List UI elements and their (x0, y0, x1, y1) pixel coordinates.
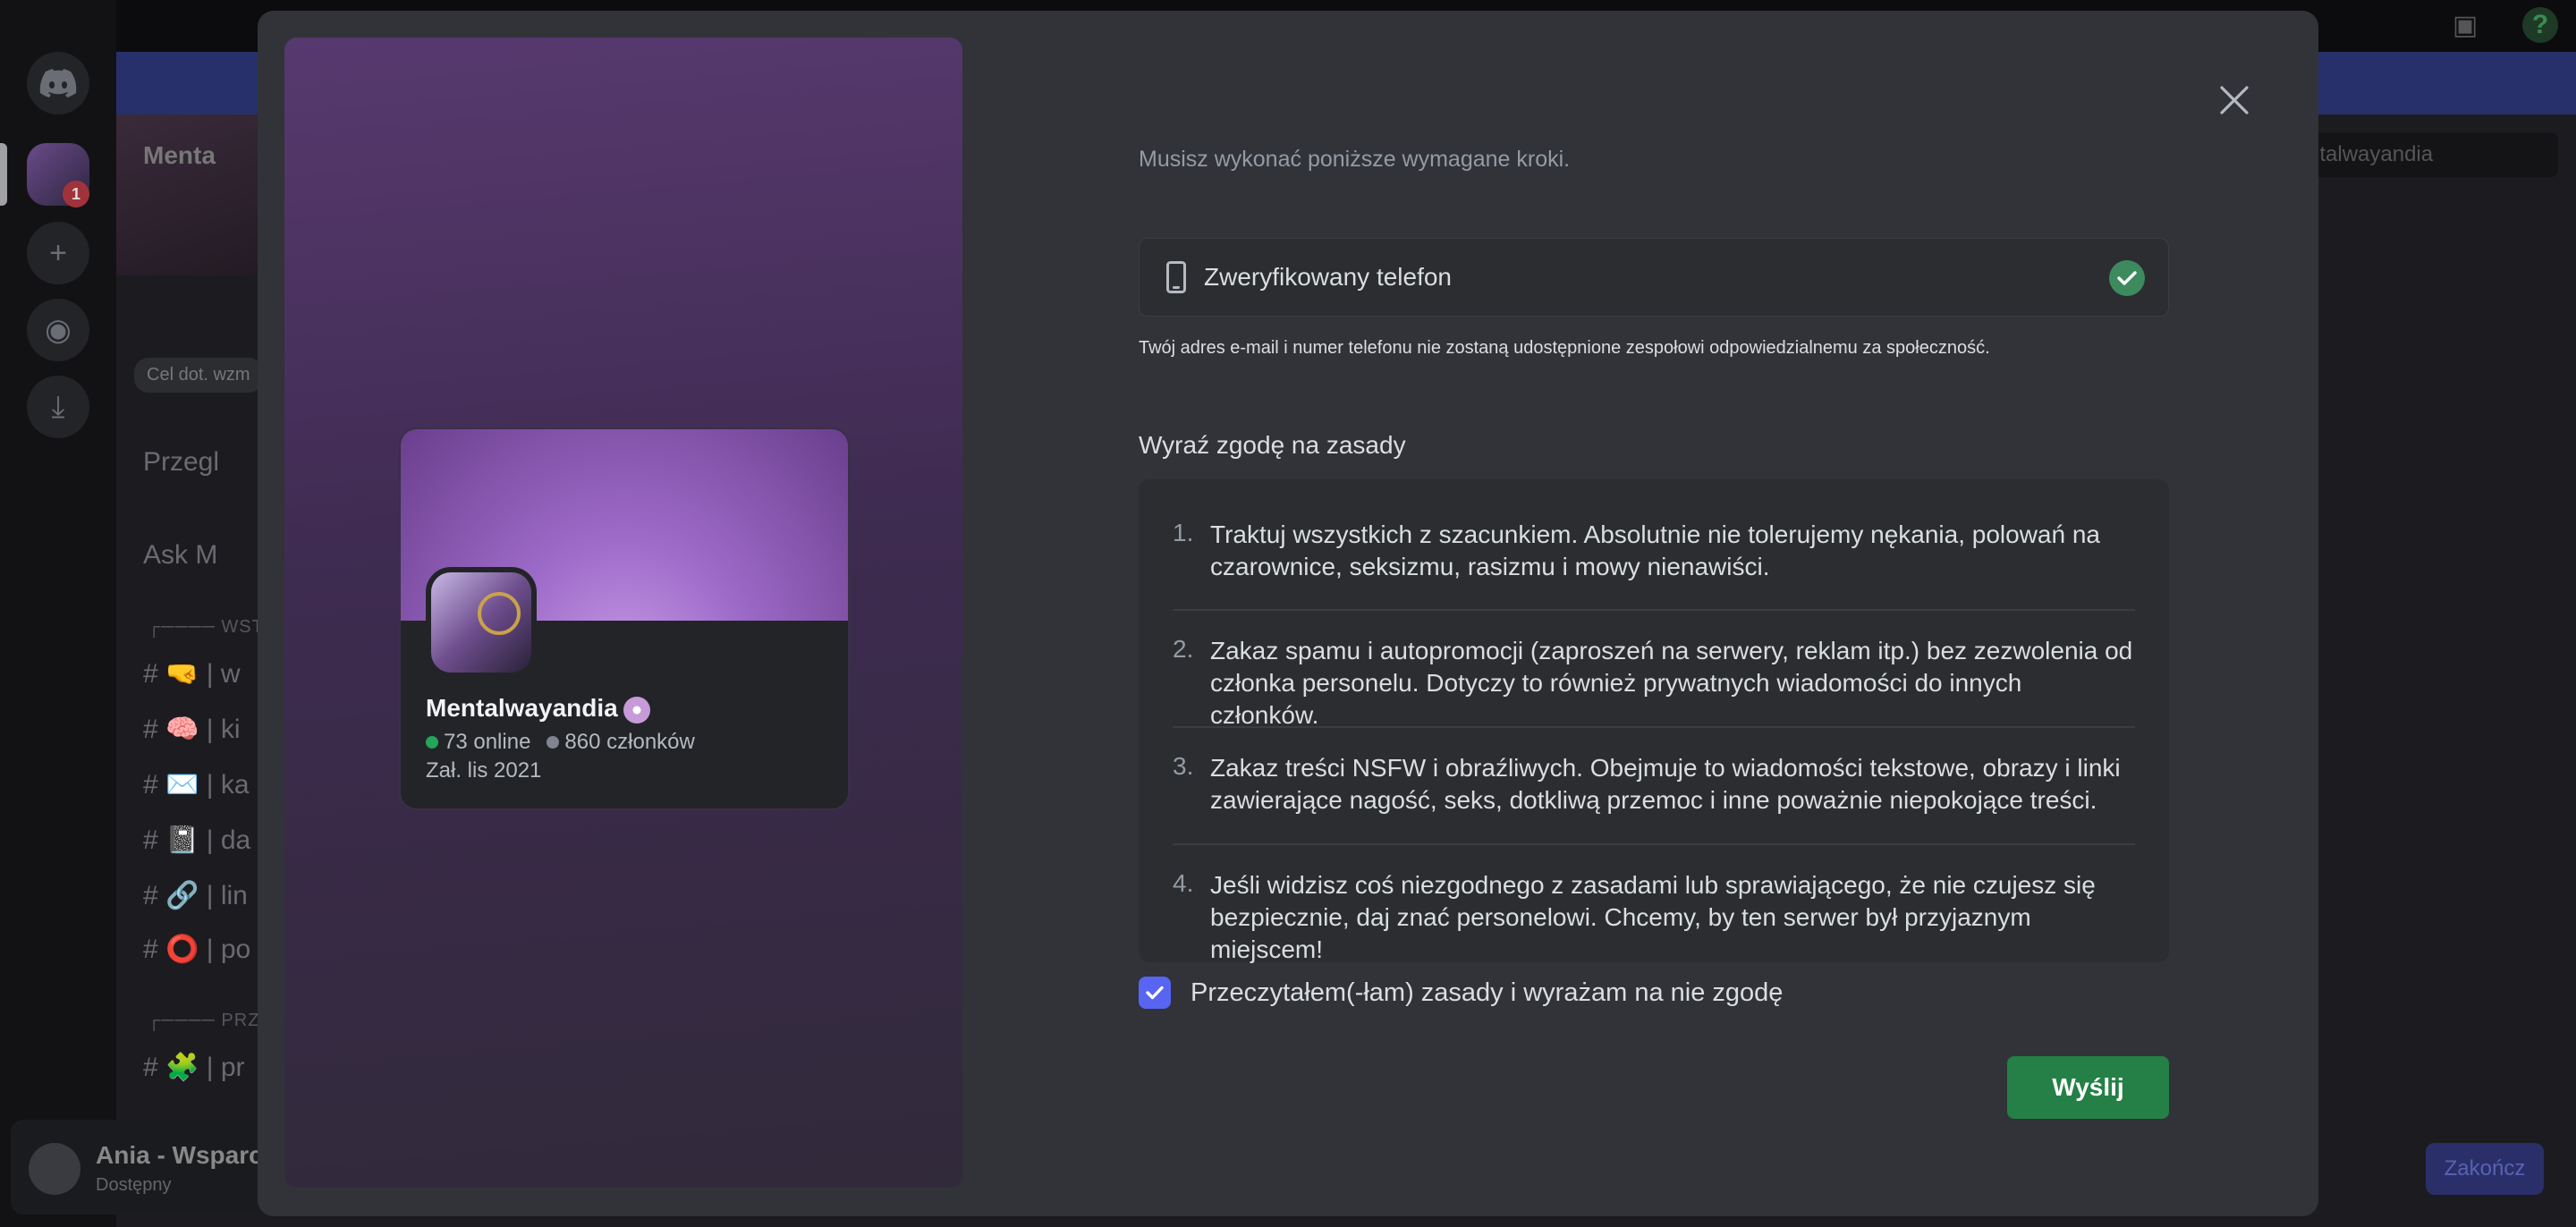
download-icon[interactable]: ⤓ (27, 376, 89, 438)
modal-content: ▂▂ ▂▂▂▂▂ ▂▂▂▂▂ Musisz wykonać poniższe w… (1139, 11, 2169, 1216)
privacy-note: Twój adres e-mail i numer telefonu nie z… (1139, 338, 1990, 358)
rule-number: 1. (1173, 519, 1194, 546)
server-name-text: Mentalwayandia (426, 694, 618, 722)
server-name: Mentalwayandia (426, 694, 650, 724)
server-goal-pill[interactable]: Cel dot. wzm (134, 358, 263, 393)
server-header-title[interactable]: Menta (143, 141, 216, 170)
agree-label: Przeczytałem(-łam) zasady i wyrażam na n… (1191, 977, 1784, 1007)
help-icon[interactable]: ? (2522, 7, 2558, 43)
rule-text: Jeśli widzisz coś niezgodnego z zasadami… (1210, 871, 2096, 963)
members-dot-icon (547, 736, 560, 749)
channel-browse[interactable]: Przegl (143, 447, 219, 478)
server-founded: Zał. lis 2021 (426, 758, 542, 783)
rules-screening-modal: Mentalwayandia 73 online 860 członków Za… (258, 11, 2318, 1216)
rule-divider (1173, 609, 2135, 611)
rule-item: 1. Traktuj wszystkich z szacunkiem. Abso… (1173, 519, 2135, 583)
server-stats: 73 online 860 członków (426, 730, 695, 755)
close-icon (2220, 86, 2249, 114)
server-sidebar: 1 + ◉ ⤓ (0, 0, 116, 1227)
add-server-icon[interactable]: + (27, 222, 89, 284)
rule-divider (1173, 843, 2135, 845)
inbox-icon[interactable]: ▣ (2447, 7, 2483, 43)
channel-item[interactable]: # ✉️ | ka (143, 769, 250, 800)
modal-subtitle: Musisz wykonać poniższe wymagane kroki. (1139, 147, 1571, 172)
channel-item[interactable]: # 🔗 | lin (143, 880, 248, 911)
user-name: Ania - Wsparci (96, 1141, 270, 1169)
channel-item[interactable]: # 🧩 | pr (143, 1052, 245, 1083)
rule-number: 4. (1173, 869, 1194, 897)
phone-icon (1163, 259, 1190, 295)
rule-number: 2. (1173, 635, 1194, 663)
top-right-toolbar: ▣ ? (2447, 7, 2558, 43)
channel-item[interactable]: # 🧠 | ki (143, 714, 241, 745)
channel-ask[interactable]: Ask M (143, 540, 217, 571)
rule-item: 3. Zakaz treści NSFW i obraźliwych. Obej… (1173, 752, 2135, 817)
verified-phone-label: Zweryfikowany telefon (1204, 263, 1453, 291)
rule-text: Zakaz spamu i autopromocji (zaproszeń na… (1210, 637, 2133, 729)
rule-text: Zakaz treści NSFW i obraźliwych. Obejmuj… (1210, 754, 2121, 814)
user-status: Dostępny (96, 1175, 172, 1195)
member-count: 860 członków (564, 730, 695, 754)
rule-divider (1173, 726, 2135, 728)
rule-item: 4. Jeśli widzisz coś niezgodnego z zasad… (1173, 869, 2135, 966)
rule-number: 3. (1173, 752, 1194, 780)
server-card: Mentalwayandia 73 online 860 członków Za… (399, 427, 850, 810)
channel-item[interactable]: # 🤜 | w (143, 658, 241, 690)
flower-icon (623, 696, 650, 724)
rule-item: 2. Zakaz spamu i autopromocji (zaproszeń… (1173, 635, 2135, 732)
channel-item[interactable]: # ⭕ | po (143, 934, 250, 965)
active-server-pill (0, 143, 7, 206)
online-dot-icon (426, 736, 438, 749)
finish-button[interactable]: Zakończ (2426, 1143, 2544, 1195)
verified-check-icon (2109, 260, 2145, 296)
discord-home-icon[interactable] (27, 52, 89, 114)
agree-checkbox-row[interactable]: Przeczytałem(-łam) zasady i wyrażam na n… (1139, 977, 1783, 1009)
notification-badge: 1 (63, 181, 89, 207)
online-count: 73 online (444, 730, 531, 754)
checkmark-icon (1146, 986, 1164, 1000)
heading-clipped: ▂▂ ▂▂▂▂▂ ▂▂▂▂▂ (1139, 90, 1436, 109)
agree-checkbox[interactable] (1139, 977, 1171, 1009)
channel-item[interactable]: # 📓 | da (143, 825, 250, 856)
category-item[interactable]: ┌──── PRZE (148, 1011, 273, 1031)
submit-button[interactable]: Wyślij (2007, 1056, 2169, 1119)
rule-text: Traktuj wszystkich z szacunkiem. Absolut… (1210, 520, 2100, 580)
avatar[interactable] (29, 1143, 80, 1195)
rules-heading: Wyraź zgodę na zasady (1139, 431, 1406, 459)
explore-compass-icon[interactable]: ◉ (27, 299, 89, 361)
server-icon (426, 567, 537, 678)
server-preview-panel: Mentalwayandia 73 online 860 członków Za… (284, 38, 962, 1188)
verified-phone-row: Zweryfikowany telefon (1139, 238, 2169, 317)
close-button[interactable] (2209, 75, 2259, 125)
rules-list: 1. Traktuj wszystkich z szacunkiem. Abso… (1139, 479, 2169, 963)
